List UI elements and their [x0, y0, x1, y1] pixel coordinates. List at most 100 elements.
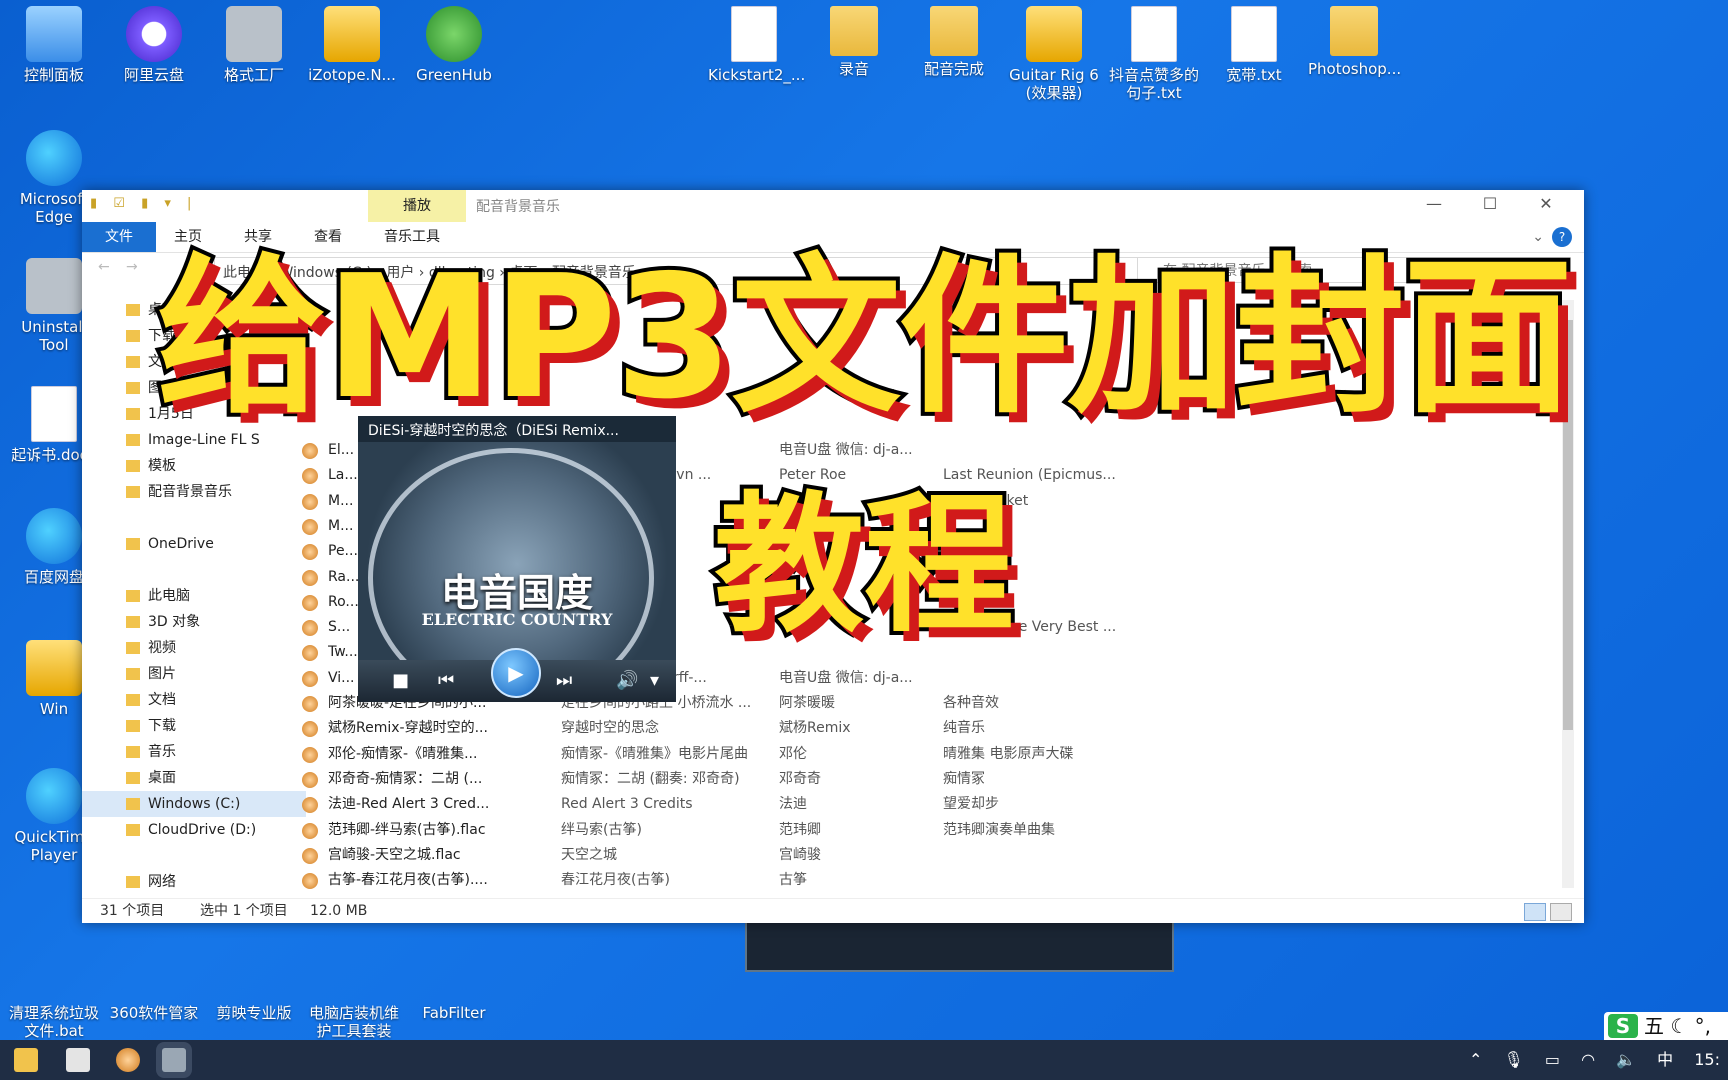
clock[interactable]: 15: — [1694, 1050, 1720, 1069]
chevron-up-icon[interactable]: ⌃ — [1469, 1050, 1482, 1069]
speaker-icon[interactable]: 🔈 — [1616, 1050, 1636, 1069]
desktop-icon-image — [26, 768, 82, 824]
audio-file-icon — [302, 670, 318, 687]
desktop-icon-label: 格式工厂 — [223, 66, 284, 84]
status-bar: 31 个项目 选中 1 个项目 12.0 MB — [82, 898, 1584, 923]
folder-icon — [126, 798, 140, 810]
nav-item-label: 下载 — [148, 718, 176, 734]
file-row[interactable]: 法迪-Red Alert 3 Cred... Red Alert 3 Credit… — [264, 792, 1264, 817]
audio-file-icon — [302, 696, 318, 712]
nav-item-label: 网络 — [148, 874, 176, 890]
file-title: Red Alert 3 Credits — [561, 796, 693, 813]
ime-toolbar[interactable]: S五 ☾ °, — [1604, 1012, 1728, 1040]
maximize-icon[interactable]: ☐ — [1462, 194, 1518, 213]
volume-icon[interactable]: 🔊 — [616, 670, 638, 691]
audio-file-icon — [302, 771, 318, 788]
desktop-icon[interactable]: Photoshop... — [1308, 6, 1402, 78]
music-app-taskbar-icon[interactable] — [116, 1048, 140, 1072]
desktop-icon[interactable]: 配音完成 — [908, 6, 1000, 78]
desktop-icon-image — [1330, 6, 1378, 56]
file-artist: 阿茶暖暖 — [779, 695, 835, 711]
close-icon[interactable]: ✕ — [1518, 194, 1574, 213]
desktop-icon[interactable]: 清理系统垃圾文件.bat — [8, 944, 100, 1040]
file-artist: 电音U盘 微信: dj-a... — [779, 442, 913, 458]
desktop-icon[interactable]: 宽带.txt — [1208, 6, 1300, 84]
file-row[interactable]: 邓奇奇-痴情冢：二胡 (... 痴情冢：二胡 (翻奏: 邓奇奇) 邓奇奇 痴情冢 — [264, 767, 1264, 792]
desktop-icon-label: 阿里云盘 — [123, 66, 184, 84]
file-album: 晴雅集 电影原声大碟 — [943, 745, 1074, 762]
title-bar[interactable]: ▮ ☑ ▮ ▾ | 播放 配音背景音乐 — ☐ ✕ — [82, 190, 1584, 222]
desktop-icon-image — [426, 6, 482, 62]
desktop-icon-image — [226, 6, 282, 62]
desktop-icon[interactable]: 抖音点赞多的句子.txt — [1108, 6, 1200, 102]
desktop-icon[interactable]: 阿里云盘 — [108, 6, 200, 84]
desktop-icon-label: Photoshop... — [1308, 60, 1402, 78]
file-explorer-taskbar-icon[interactable] — [14, 1048, 38, 1072]
file-row[interactable]: 邓伦-痴情冢-《晴雅集... 痴情冢-《晴雅集》电影片尾曲 邓伦 晴雅集 电影原声大碟 — [264, 742, 1264, 767]
large-icons-view-icon[interactable] — [1550, 903, 1572, 921]
selected-size: 12.0 MB — [310, 903, 368, 919]
file-title: 穿越时空的思念 — [561, 720, 659, 737]
desktop-icon[interactable]: Kickstart2_... — [708, 6, 806, 84]
desktop-icon[interactable]: iZotope.N... — [306, 6, 398, 84]
desktop-icon-label: Guitar Rig 6 (效果器) — [1009, 66, 1099, 102]
folder-icon — [126, 694, 140, 706]
desktop-icon[interactable]: 360软件管家 — [108, 944, 200, 1022]
file-row[interactable]: 古筝-春江花月夜(古筝).... 春江花月夜(古筝) 古筝 — [264, 868, 1264, 893]
desktop-icon[interactable]: 录音 — [808, 6, 900, 78]
folder-icon — [126, 746, 140, 758]
file-title: 绊马索(古筝) — [561, 821, 642, 838]
desktop-icon-image — [126, 6, 182, 62]
nav-item-label: CloudDrive (D:) — [148, 822, 257, 838]
menu-chevron-icon[interactable]: ▾ — [650, 670, 659, 691]
desktop-icon-label: Kickstart2_... — [708, 66, 806, 84]
file-row[interactable]: 斌杨Remix-穿越时空的... 穿越时空的思念 斌杨Remix 纯音乐 — [264, 716, 1264, 741]
file-title: 痴情冢-《晴雅集》电影片尾曲 — [561, 745, 749, 762]
details-view-icon[interactable] — [1524, 903, 1546, 921]
audio-file-icon — [302, 797, 318, 814]
desktop-icon[interactable]: GreenHub — [408, 6, 500, 84]
wifi-icon[interactable]: ◠ — [1581, 1050, 1595, 1069]
tab-play[interactable]: 播放 — [368, 190, 466, 222]
desktop-icon[interactable]: 控制面板 — [8, 6, 100, 84]
desktop-icon-image — [26, 130, 82, 186]
item-count: 31 个项目 — [100, 903, 165, 919]
desktop-icon[interactable]: 剪映专业版 — [208, 944, 300, 1022]
desktop-icon-label: 360软件管家 — [109, 1004, 199, 1022]
desktop-icon-label: FabFilter — [422, 1004, 486, 1022]
ime-mode[interactable]: 五 — [1644, 1014, 1664, 1038]
desktop-icon[interactable]: 电脑店装机维护工具套装 — [308, 944, 400, 1040]
system-tray: ⌃ 🎙 ▭ ◠ 🔈 中 15: — [1453, 1040, 1720, 1080]
stop-icon[interactable]: ■ — [392, 670, 409, 691]
app-taskbar-icon[interactable] — [66, 1048, 90, 1072]
desktop-icon-image — [26, 6, 82, 62]
file-artist: 邓伦 — [779, 745, 807, 762]
next-icon[interactable]: ⏭ — [556, 670, 572, 691]
media-player-taskbar-icon[interactable] — [162, 1048, 186, 1072]
battery-icon[interactable]: ▭ — [1545, 1050, 1560, 1069]
minimize-icon[interactable]: — — [1406, 194, 1462, 213]
audio-file-icon — [302, 443, 318, 459]
file-row[interactable]: 范玮卿-绊马索(古筝).flac 绊马索(古筝) 范玮卿 范玮卿演奏单曲集 — [264, 818, 1264, 843]
overlay-title-line2: 教程 — [710, 475, 1018, 657]
file-row[interactable]: 宫崎骏-天空之城.flac 天空之城 宫崎骏 — [264, 843, 1264, 868]
desktop-icon[interactable]: FabFilter — [408, 944, 500, 1022]
desktop-icon[interactable]: 格式工厂 — [208, 6, 300, 84]
file-name: 邓奇奇-痴情冢：二胡 (... — [328, 770, 483, 787]
file-album: 范玮卿演奏单曲集 — [943, 821, 1055, 838]
desktop-icon-label: 电脑店装机维护工具套装 — [308, 1004, 399, 1040]
input-language[interactable]: 中 — [1657, 1050, 1673, 1069]
previous-icon[interactable]: ⏮ — [438, 670, 454, 691]
desktop-icon[interactable]: Guitar Rig 6 (效果器) — [1008, 6, 1100, 102]
file-artist: 电音U盘 微信: dj-a... — [779, 669, 913, 686]
audio-file-icon — [302, 721, 318, 738]
sogou-icon: S — [1608, 1014, 1638, 1038]
file-title: 春江花月夜(古筝) — [561, 872, 670, 889]
file-artist: 古筝 — [779, 872, 807, 889]
window-controls: — ☐ ✕ — [1406, 194, 1574, 213]
desktop-icon-label: 录音 — [838, 60, 869, 78]
quick-access-toolbar[interactable]: ▮ ☑ ▮ ▾ | — [90, 196, 197, 211]
audio-file-icon — [302, 847, 318, 864]
taskbar: ⌃ 🎙 ▭ ◠ 🔈 中 15: — [0, 1040, 1728, 1080]
microphone-icon[interactable]: 🎙 — [1503, 1050, 1523, 1069]
